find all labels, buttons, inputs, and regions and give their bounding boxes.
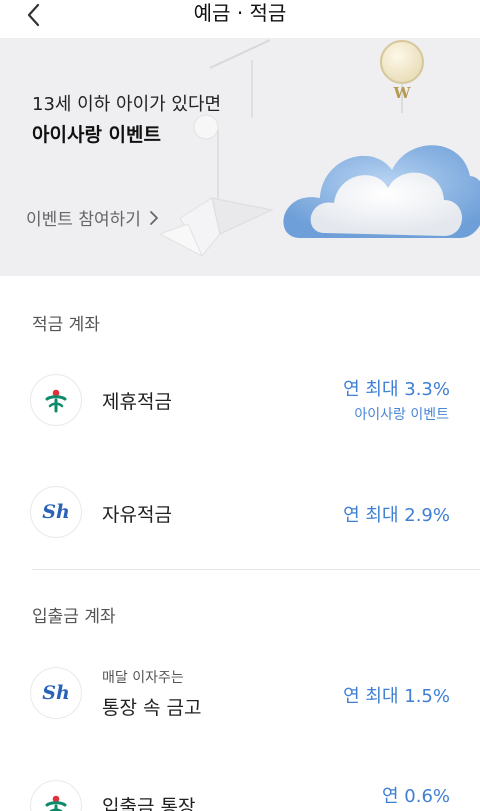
account-row-checking[interactable]: 입출금 통장 연 0.6% bbox=[0, 760, 480, 811]
section-title-savings: 적금 계좌 bbox=[32, 315, 100, 335]
interest-rate: 연 최대 1.5% bbox=[343, 686, 450, 707]
hana-bank-icon bbox=[30, 780, 82, 811]
account-row-vault[interactable]: Sh 매달 이자주는 통장 속 금고 연 최대 1.5% bbox=[0, 647, 480, 737]
event-join-link[interactable]: 이벤트 참여하기 bbox=[26, 205, 159, 230]
shinhan-bank-icon: Sh bbox=[30, 486, 82, 538]
event-join-label: 이벤트 참여하기 bbox=[26, 210, 141, 230]
account-row-partner-savings[interactable]: 제휴적금 연 최대 3.3% 아이사랑 이벤트 bbox=[0, 355, 480, 445]
account-caption: 매달 이자주는 bbox=[102, 670, 184, 686]
account-name: 입출금 통장 bbox=[102, 796, 196, 811]
banner-title: 아이사랑 이벤트 bbox=[32, 124, 161, 146]
rate-note: 아이사랑 이벤트 bbox=[354, 407, 449, 423]
chevron-right-icon bbox=[149, 210, 158, 225]
hana-bank-icon bbox=[30, 374, 82, 426]
interest-rate: 연 최대 3.3% bbox=[343, 379, 450, 400]
brand-coin-logo: W bbox=[393, 84, 411, 102]
event-banner[interactable]: W 13세 이하 아이가 있다면 아이사랑 이벤트 이벤트 참여하기 bbox=[0, 38, 480, 276]
section-title-checking: 입출금 계좌 bbox=[32, 607, 116, 627]
interest-rate: 연 0.6% bbox=[381, 786, 450, 807]
shinhan-bank-icon: Sh bbox=[30, 667, 82, 719]
shinhan-logo-text: Sh bbox=[42, 682, 70, 704]
account-row-free-savings[interactable]: Sh 자유적금 연 최대 2.9% bbox=[0, 467, 480, 557]
section-divider bbox=[32, 569, 480, 570]
account-name: 제휴적금 bbox=[102, 391, 172, 413]
account-name: 자유적금 bbox=[102, 504, 172, 526]
top-bar: 예금 · 적금 bbox=[0, 0, 480, 38]
cloud-mobile-illustration bbox=[158, 39, 480, 258]
page-title: 예금 · 적금 bbox=[193, 1, 287, 25]
interest-rate: 연 최대 2.9% bbox=[343, 505, 450, 526]
account-name: 통장 속 금고 bbox=[102, 697, 202, 719]
shinhan-logo-text: Sh bbox=[42, 501, 70, 523]
banner-subtitle: 13세 이하 아이가 있다면 bbox=[32, 94, 222, 115]
